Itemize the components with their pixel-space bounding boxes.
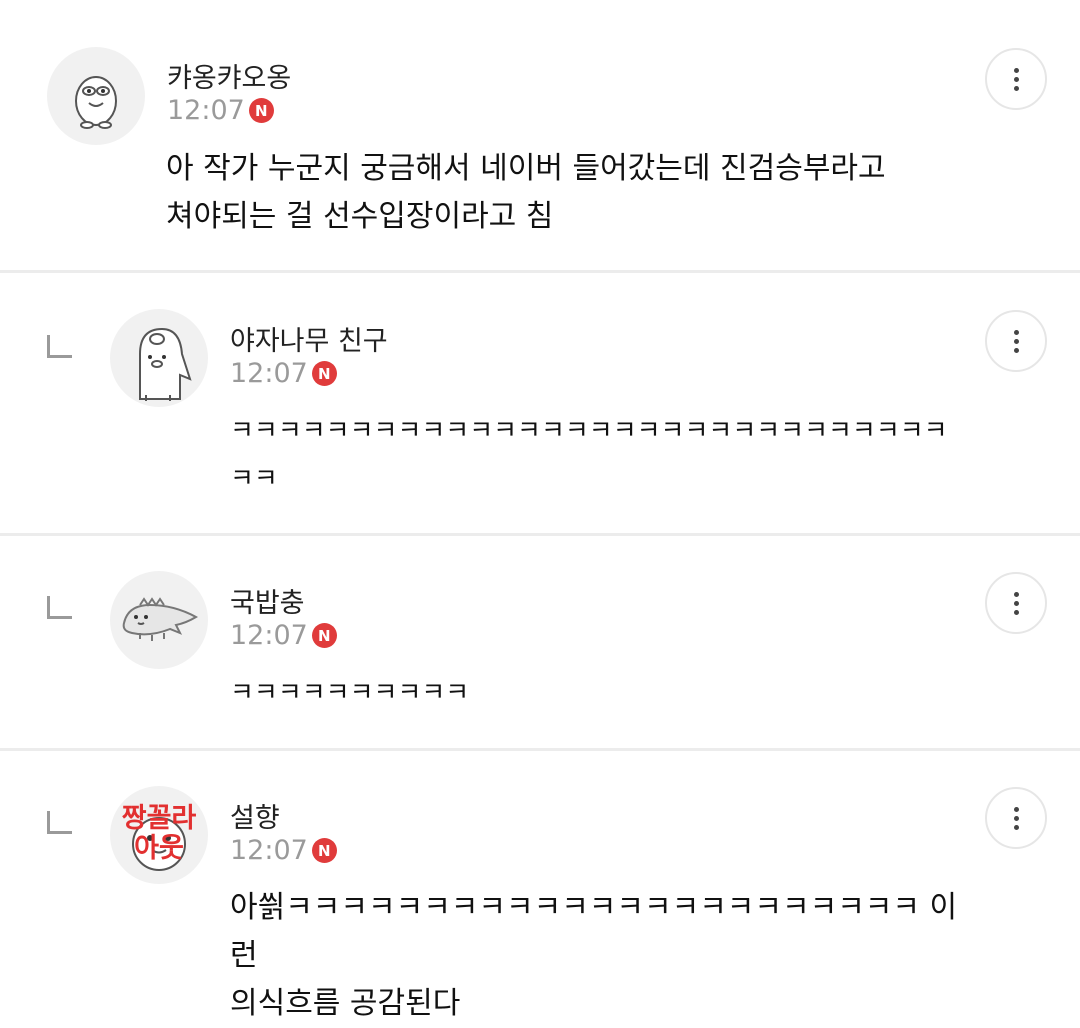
- duck-character-icon: [75, 76, 117, 129]
- timestamp-row: 12:07 N: [230, 835, 337, 866]
- avatar[interactable]: [110, 571, 208, 669]
- timestamp: 12:07: [167, 95, 245, 126]
- comment-reply-item: 국밥충 12:07 N ㅋㅋㅋㅋㅋㅋㅋㅋㅋㅋ: [0, 536, 1080, 748]
- more-dots-icon: [1013, 591, 1019, 597]
- username[interactable]: 설향: [230, 796, 280, 835]
- timestamp: 12:07: [230, 620, 308, 651]
- comment-reply-item: 짱꼴라 아웃 설향 12:07 N 아씕ㅋㅋㅋㅋㅋㅋㅋㅋㅋㅋㅋㅋㅋㅋㅋㅋㅋㅋㅋㅋ…: [0, 751, 1080, 1021]
- more-options-button[interactable]: [985, 48, 1047, 110]
- avatar[interactable]: 짱꼴라 아웃: [110, 786, 208, 884]
- timestamp-row: 12:07 N: [167, 95, 274, 126]
- comment-text: 아씕ㅋㅋㅋㅋㅋㅋㅋㅋㅋㅋㅋㅋㅋㅋㅋㅋㅋㅋㅋㅋㅋㅋㅋ 이런 의식흐름 공감된다: [230, 890, 958, 1021]
- more-dots-icon: [1013, 67, 1019, 73]
- reply-indicator-icon: [47, 335, 72, 358]
- new-badge-icon: N: [311, 838, 337, 863]
- username[interactable]: 야자나무 친구: [230, 319, 388, 358]
- new-badge-icon: N: [311, 361, 337, 386]
- comment-text: 아 작가 누군지 궁금해서 네이버 들어갔는데 진검승부라고 쳐야되는 걸 선수…: [166, 151, 886, 234]
- more-options-button[interactable]: [985, 310, 1047, 372]
- timestamp: 12:07: [230, 835, 308, 866]
- more-options-button[interactable]: [985, 572, 1047, 634]
- timestamp: 12:07: [230, 358, 308, 389]
- avatar[interactable]: [47, 47, 145, 145]
- penguin-pig-character-icon: [139, 327, 192, 401]
- timestamp-row: 12:07 N: [230, 358, 337, 389]
- username[interactable]: 캬옹캬오옹: [167, 56, 291, 95]
- comment-text: ㅋㅋㅋㅋㅋㅋㅋㅋㅋㅋ: [230, 678, 470, 708]
- timestamp-row: 12:07 N: [230, 620, 337, 651]
- comment-item: 캬옹캬오옹 12:07 N 아 작가 누군지 궁금해서 네이버 들어갔는데 진검…: [0, 0, 1080, 270]
- avatar-stamp: 짱꼴라 아웃: [121, 803, 197, 864]
- new-badge-icon: N: [311, 623, 337, 648]
- comment-reply-item: 야자나무 친구 12:07 N ㅋㅋㅋㅋㅋㅋㅋㅋㅋㅋㅋㅋㅋㅋㅋㅋㅋㅋㅋㅋㅋㅋㅋㅋ…: [0, 273, 1080, 533]
- comment-text: ㅋㅋㅋㅋㅋㅋㅋㅋㅋㅋㅋㅋㅋㅋㅋㅋㅋㅋㅋㅋㅋㅋㅋㅋㅋㅋㅋㅋㅋㅋ ㅋㅋ: [230, 416, 948, 494]
- more-options-button[interactable]: [985, 787, 1047, 849]
- avatar[interactable]: [110, 309, 208, 407]
- more-dots-icon: [1013, 806, 1019, 812]
- reply-indicator-icon: [47, 811, 72, 834]
- lizard-character-icon: [122, 597, 199, 641]
- new-badge-icon: N: [248, 98, 274, 123]
- more-dots-icon: [1013, 329, 1019, 335]
- reply-indicator-icon: [47, 596, 72, 619]
- username[interactable]: 국밥충: [230, 581, 305, 620]
